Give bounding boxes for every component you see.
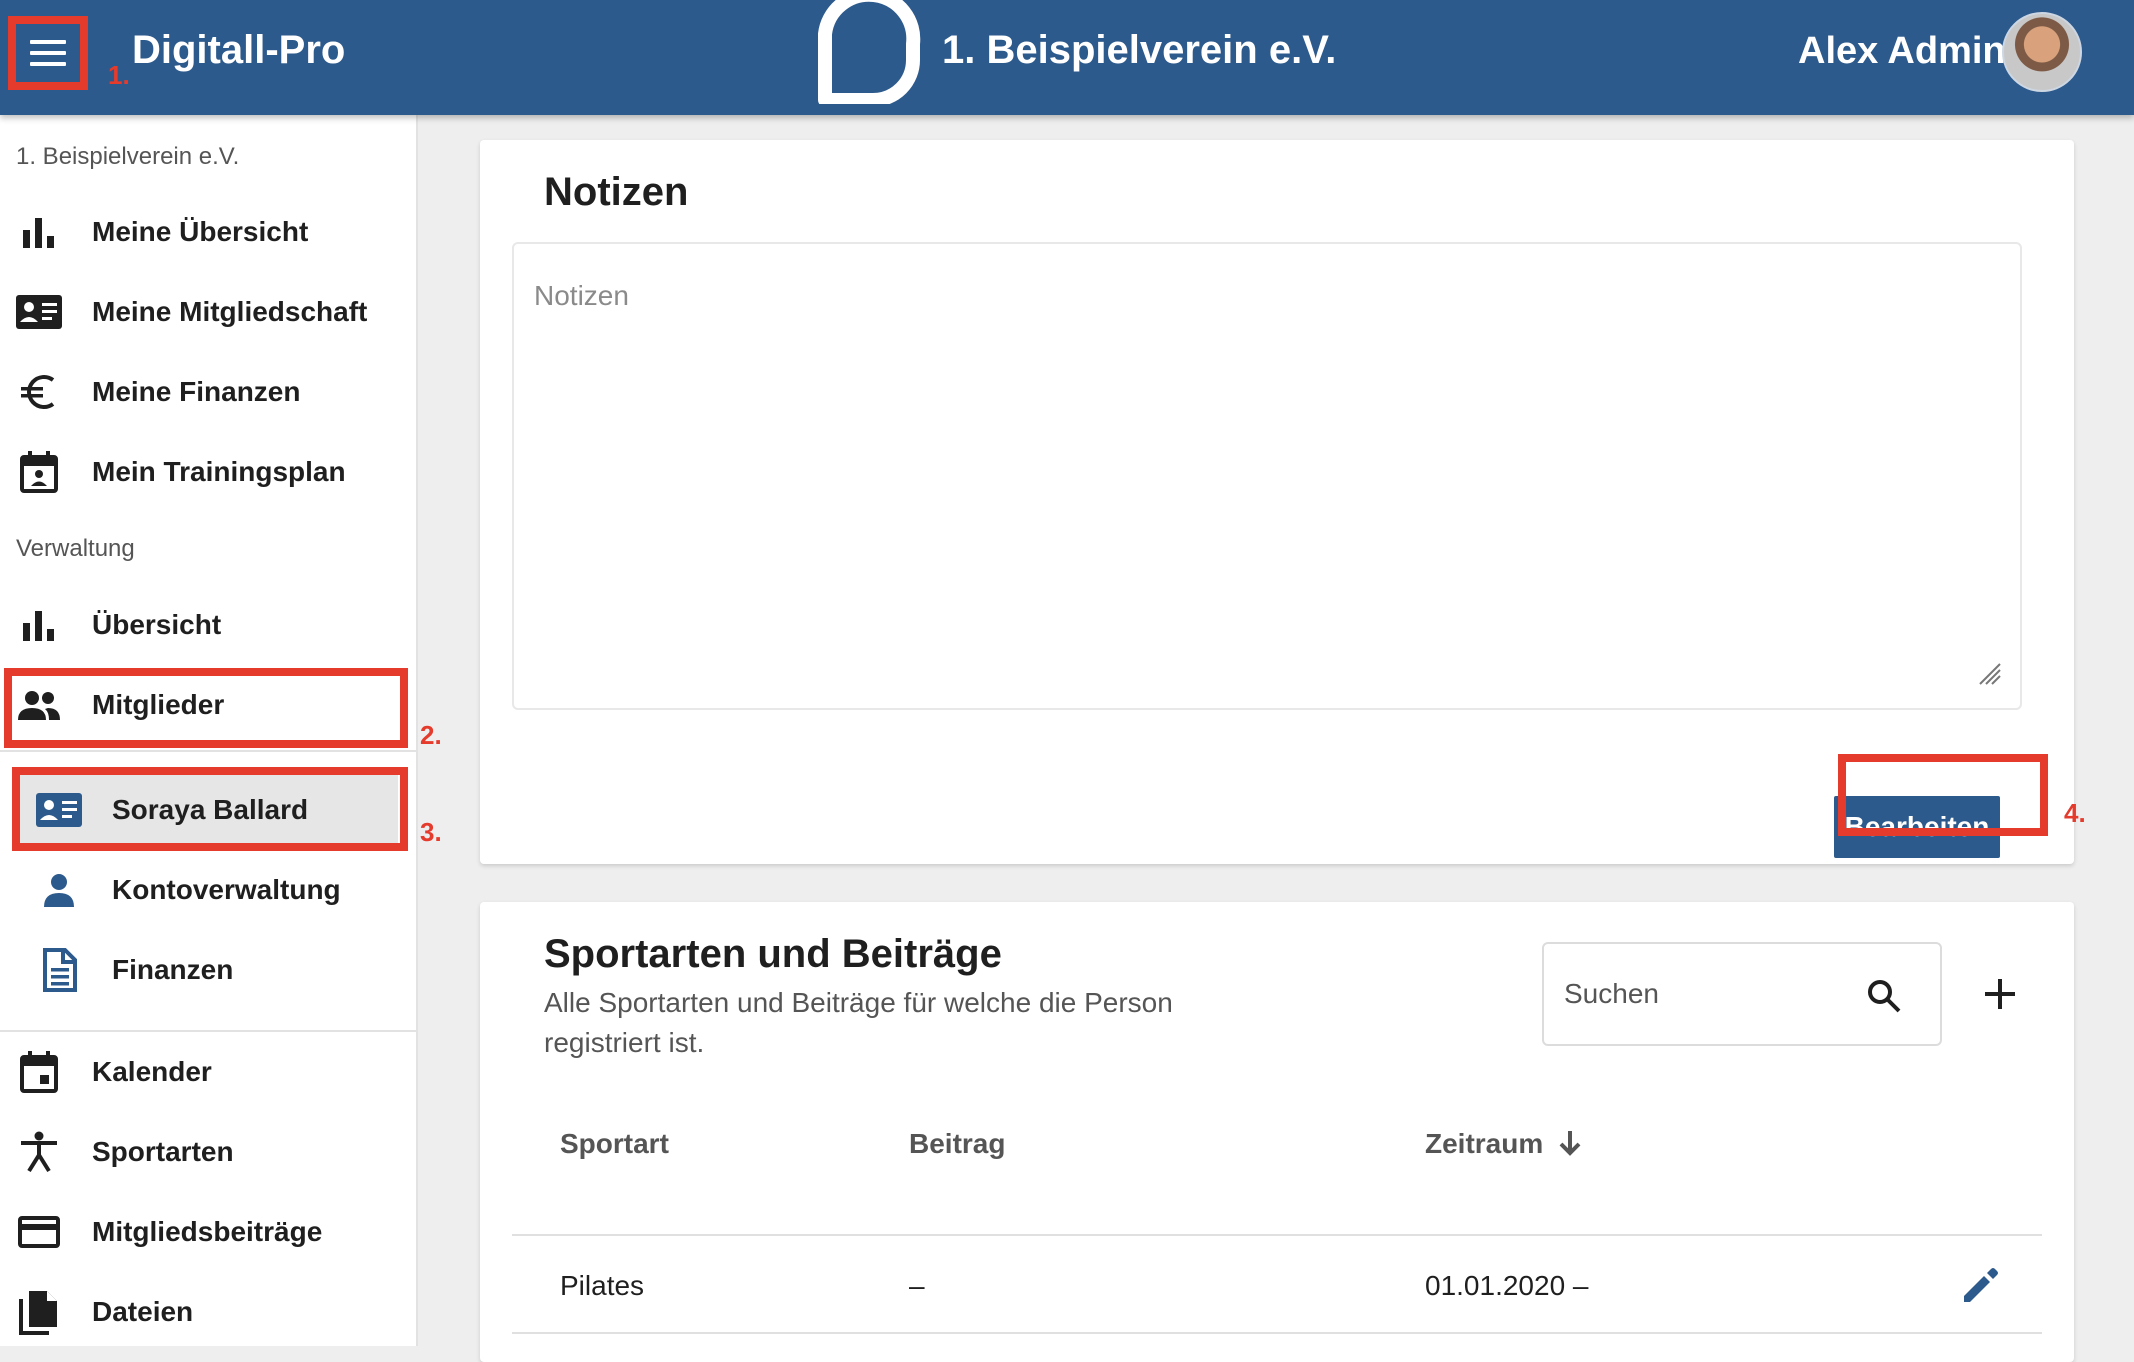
cell-period: 01.01.2020 – [1425, 1270, 1589, 1301]
hamburger-menu-icon [30, 40, 66, 66]
document-icon [36, 947, 82, 993]
cell-fee: – [909, 1270, 925, 1301]
digitall-logo-icon [818, 0, 921, 104]
nav-meine-mitgliedschaft[interactable]: Meine Mitgliedschaft [0, 277, 418, 347]
notes-card: Notizen Notizen Bearbeiten [480, 140, 2074, 864]
nav-kalender[interactable]: Kalender [0, 1037, 418, 1107]
credit-card-icon [16, 1209, 62, 1255]
nav-finanzen[interactable]: Finanzen [0, 935, 418, 1005]
highlight-edit-button [1838, 754, 2048, 836]
nav-label: Meine Finanzen [92, 376, 301, 407]
subtitle-line-1: Alle Sportarten und Beiträge für welche … [544, 987, 1173, 1018]
euro-icon [16, 369, 62, 415]
calendar-icon [16, 1049, 62, 1095]
divider [0, 750, 418, 752]
club-title: 1. Beispielverein e.V. [942, 28, 1337, 72]
notes-placeholder: Notizen [534, 280, 629, 311]
sidebar: 1. Beispielverein e.V. Meine Übersicht M… [0, 115, 442, 1347]
nav-meine-finanzen[interactable]: Meine Finanzen [0, 357, 418, 427]
nav-label: Sportarten [92, 1136, 234, 1167]
annotation-2: 2. [420, 720, 442, 750]
files-icon [16, 1289, 62, 1335]
annotation-4: 4. [2064, 798, 2086, 828]
row-divider [512, 1234, 2042, 1236]
sort-arrow-down-icon [1559, 1131, 1581, 1156]
nav-mein-trainingsplan[interactable]: Mein Trainingsplan [0, 437, 418, 507]
nav-label: Mitgliedsbeiträge [92, 1216, 323, 1247]
search-placeholder: Suchen [1564, 978, 1659, 1009]
row-divider [512, 1332, 2042, 1334]
zeitraum-label: Zeitraum [1425, 1128, 1544, 1159]
column-header-beitrag[interactable]: Beitrag [909, 1128, 1005, 1160]
bar-chart-icon [16, 209, 62, 255]
subtitle-line-2: registriert ist. [544, 1027, 705, 1058]
edit-pencil-icon[interactable] [1960, 1266, 2000, 1306]
annotation-3: 3. [420, 817, 442, 847]
nav-label: Übersicht [92, 609, 222, 640]
user-name[interactable]: Alex Admin [1798, 30, 2006, 73]
calendar-person-icon [16, 449, 62, 495]
sports-subtitle: Alle Sportarten und Beiträge für welche … [544, 983, 1244, 1063]
notes-textarea[interactable]: Notizen [512, 242, 2022, 710]
add-icon[interactable] [1982, 976, 2018, 1012]
nav-label: Meine Mitgliedschaft [92, 296, 368, 327]
club-section-label: 1. Beispielverein e.V. [16, 143, 240, 170]
column-header-zeitraum[interactable]: Zeitraum [1425, 1128, 1583, 1160]
sport-icon [16, 1129, 62, 1175]
nav-mitgliedsbeitraege[interactable]: Mitgliedsbeiträge [0, 1197, 418, 1267]
nav-meine-uebersicht[interactable]: Meine Übersicht [0, 197, 418, 267]
divider [0, 1030, 418, 1032]
sports-title: Sportarten und Beiträge [544, 932, 1002, 976]
highlight-soraya-ballard [12, 767, 408, 851]
person-icon [36, 867, 82, 913]
bar-chart-icon [16, 602, 62, 648]
highlight-mitglieder [4, 668, 408, 748]
nav-label: Finanzen [112, 954, 234, 985]
menu-button[interactable] [8, 16, 88, 90]
nav-uebersicht[interactable]: Übersicht [0, 590, 418, 660]
nav-kontoverwaltung[interactable]: Kontoverwaltung [0, 855, 418, 925]
resize-handle-icon[interactable] [1976, 660, 2002, 686]
nav-dateien[interactable]: Dateien [0, 1277, 418, 1347]
app-title[interactable]: Digitall-Pro [132, 28, 345, 73]
nav-sportarten[interactable]: Sportarten [0, 1117, 418, 1187]
notes-title: Notizen [544, 170, 689, 214]
annotation-1: 1. [108, 60, 130, 90]
admin-section-label: Verwaltung [16, 535, 135, 562]
nav-label: Kalender [92, 1056, 212, 1087]
cell-sport: Pilates [560, 1270, 645, 1301]
search-icon[interactable] [1866, 978, 1902, 1014]
member-card-icon [16, 289, 62, 335]
app-header: 1. Digitall-Pro 1. Beispielverein e.V. A… [0, 0, 2134, 115]
nav-label: Mein Trainingsplan [92, 456, 346, 487]
search-input[interactable]: Suchen [1542, 942, 1942, 1046]
nav-label: Kontoverwaltung [112, 874, 341, 905]
nav-label: Dateien [92, 1296, 194, 1327]
nav-label: Meine Übersicht [92, 216, 309, 247]
column-header-sportart[interactable]: Sportart [560, 1128, 669, 1160]
avatar[interactable] [2002, 12, 2082, 92]
